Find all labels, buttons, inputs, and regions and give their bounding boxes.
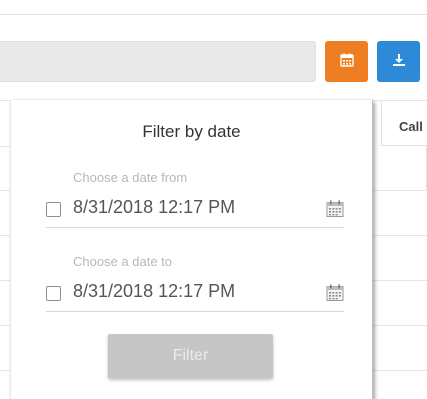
date-filter-button[interactable] bbox=[325, 41, 368, 82]
table-row bbox=[372, 190, 427, 191]
table-row bbox=[0, 190, 10, 191]
date-to-field: 8/31/2018 12:17 PM bbox=[46, 279, 344, 312]
search-input[interactable] bbox=[0, 41, 316, 82]
table-row bbox=[0, 370, 10, 371]
date-from-field: 8/31/2018 12:17 PM bbox=[46, 195, 344, 228]
date-to-checkbox[interactable] bbox=[46, 286, 61, 301]
calendar-icon[interactable] bbox=[326, 284, 344, 302]
table-row bbox=[372, 325, 427, 326]
date-to-value[interactable]: 8/31/2018 12:17 PM bbox=[73, 281, 235, 302]
download-button[interactable] bbox=[377, 41, 420, 82]
table-row bbox=[0, 146, 10, 147]
table-row bbox=[0, 100, 10, 101]
column-header-label: Call bbox=[399, 119, 423, 134]
download-icon bbox=[392, 52, 406, 71]
table-header-call[interactable]: Call bbox=[381, 101, 427, 146]
table-row bbox=[372, 370, 427, 371]
calendar-icon[interactable] bbox=[326, 200, 344, 218]
table-row bbox=[0, 235, 10, 236]
table-row bbox=[372, 235, 427, 236]
popup-title: Filter by date bbox=[142, 122, 241, 141]
table-row bbox=[372, 280, 427, 281]
date-from-checkbox[interactable] bbox=[46, 202, 61, 217]
date-from-value[interactable]: 8/31/2018 12:17 PM bbox=[73, 197, 235, 218]
filter-button[interactable]: Filter bbox=[108, 334, 273, 378]
table-row bbox=[0, 280, 10, 281]
date-filter-popup: Filter by date Choose a date from 8/31/2… bbox=[11, 100, 373, 399]
table-row bbox=[0, 325, 10, 326]
calendar-icon bbox=[339, 52, 354, 71]
date-to-label: Choose a date to bbox=[73, 254, 173, 269]
date-from-label: Choose a date from bbox=[73, 170, 188, 185]
top-divider bbox=[0, 14, 427, 15]
page-root: Call Filter by date Choose a date from 8… bbox=[0, 0, 427, 399]
